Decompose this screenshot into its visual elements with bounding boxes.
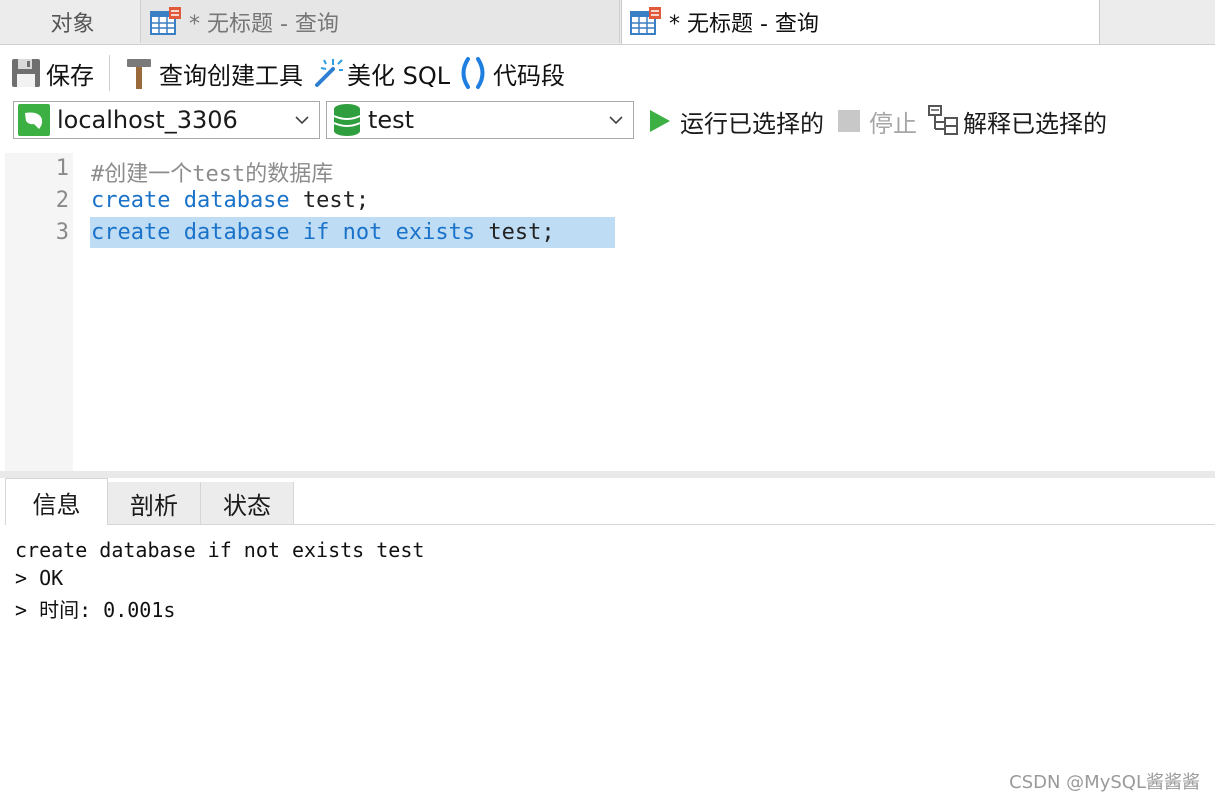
line-number-gutter: 1 2 3 <box>5 153 73 471</box>
tab-query-2-label: * 无标题 - 查询 <box>669 12 819 37</box>
code-line[interactable]: create database test; <box>91 188 369 213</box>
save-label: 保存 <box>46 61 94 90</box>
chevron-down-icon <box>609 116 623 125</box>
save-icon <box>12 59 40 87</box>
table-query-icon <box>630 7 661 35</box>
sql-identifier: test; <box>289 188 370 213</box>
connection-bar: localhost_3306 test 运行已选择的 停止 解释已选择的 <box>0 100 1215 146</box>
result-panel: 信息 剖析 状态 create database if not exists t… <box>5 478 1215 800</box>
table-query-icon <box>150 6 181 35</box>
query-builder-label: 查询创建工具 <box>159 61 303 90</box>
run-selected-button[interactable]: 运行已选择的 <box>647 104 824 138</box>
stop-icon <box>838 110 860 132</box>
stop-label: 停止 <box>869 109 917 138</box>
query-builder-button[interactable]: 查询创建工具 <box>123 55 303 91</box>
hammer-icon <box>127 59 151 89</box>
server-icon <box>18 104 50 136</box>
tab-objects[interactable]: 对象 <box>6 0 139 43</box>
tab-profile[interactable]: 剖析 <box>108 482 201 524</box>
code-line-comment[interactable]: #创建一个test的数据库 <box>91 156 333 188</box>
panel-splitter[interactable] <box>0 471 1215 478</box>
magic-wand-icon <box>315 59 343 87</box>
beautify-sql-label: 美化 SQL <box>347 61 451 90</box>
database-select[interactable]: test <box>326 101 634 139</box>
code-line-selected[interactable]: create database if not exists test; <box>91 220 555 245</box>
run-selected-label: 运行已选择的 <box>680 109 824 138</box>
sql-editor[interactable]: 1 2 3 #创建一个test的数据库 create database test… <box>5 153 1215 471</box>
line-number: 1 <box>55 156 69 181</box>
line-number: 3 <box>55 220 69 245</box>
explain-icon <box>928 105 958 135</box>
tab-info[interactable]: 信息 <box>5 478 108 525</box>
code-snippet-label: 代码段 <box>493 61 565 90</box>
tab-status-label: 状态 <box>223 491 271 520</box>
sql-keyword: create database <box>91 188 290 213</box>
chevron-down-icon <box>295 116 309 125</box>
output-line-time: > 时间: 0.001s <box>15 598 176 622</box>
toolbar-separator <box>109 55 110 91</box>
save-button[interactable]: 保存 <box>10 55 94 91</box>
connection-value: localhost_3306 <box>57 106 238 134</box>
tab-objects-label: 对象 <box>50 11 95 37</box>
tab-status[interactable]: 状态 <box>201 482 294 524</box>
result-tabs: 信息 剖析 状态 <box>5 478 1215 525</box>
database-value: test <box>368 106 415 134</box>
tab-query-untitled-1[interactable]: * 无标题 - 查询 <box>140 0 620 43</box>
tab-query-untitled-2-active[interactable]: * 无标题 - 查询 <box>621 0 1100 44</box>
database-icon <box>333 104 361 136</box>
watermark: CSDN @MySQL酱酱酱 <box>1009 772 1200 793</box>
parentheses-icon <box>461 57 485 89</box>
beautify-sql-button[interactable]: 美化 SQL <box>311 55 450 91</box>
output-line-statement: create database if not exists test <box>15 538 425 562</box>
output-line-status: > OK <box>15 566 64 590</box>
tab-query-1-label: * 无标题 - 查询 <box>189 11 339 37</box>
line-number: 2 <box>55 188 69 213</box>
stop-button[interactable]: 停止 <box>837 104 917 138</box>
tab-profile-label: 剖析 <box>130 491 178 520</box>
connection-select[interactable]: localhost_3306 <box>13 101 320 139</box>
code-snippet-button[interactable]: 代码段 <box>457 55 565 91</box>
document-tab-bar: 对象 * 无标题 - 查询 * 无标题 - 查询 <box>0 0 1215 45</box>
explain-selected-button[interactable]: 解释已选择的 <box>927 104 1107 138</box>
play-icon <box>650 110 670 132</box>
sql-identifier: test; <box>475 220 555 245</box>
explain-selected-label: 解释已选择的 <box>963 109 1107 138</box>
query-toolbar: 保存 查询创建工具 美化 SQL 代码段 <box>0 45 1215 101</box>
tab-info-label: 信息 <box>32 490 81 519</box>
sql-keyword: create database if not exists <box>91 220 476 245</box>
